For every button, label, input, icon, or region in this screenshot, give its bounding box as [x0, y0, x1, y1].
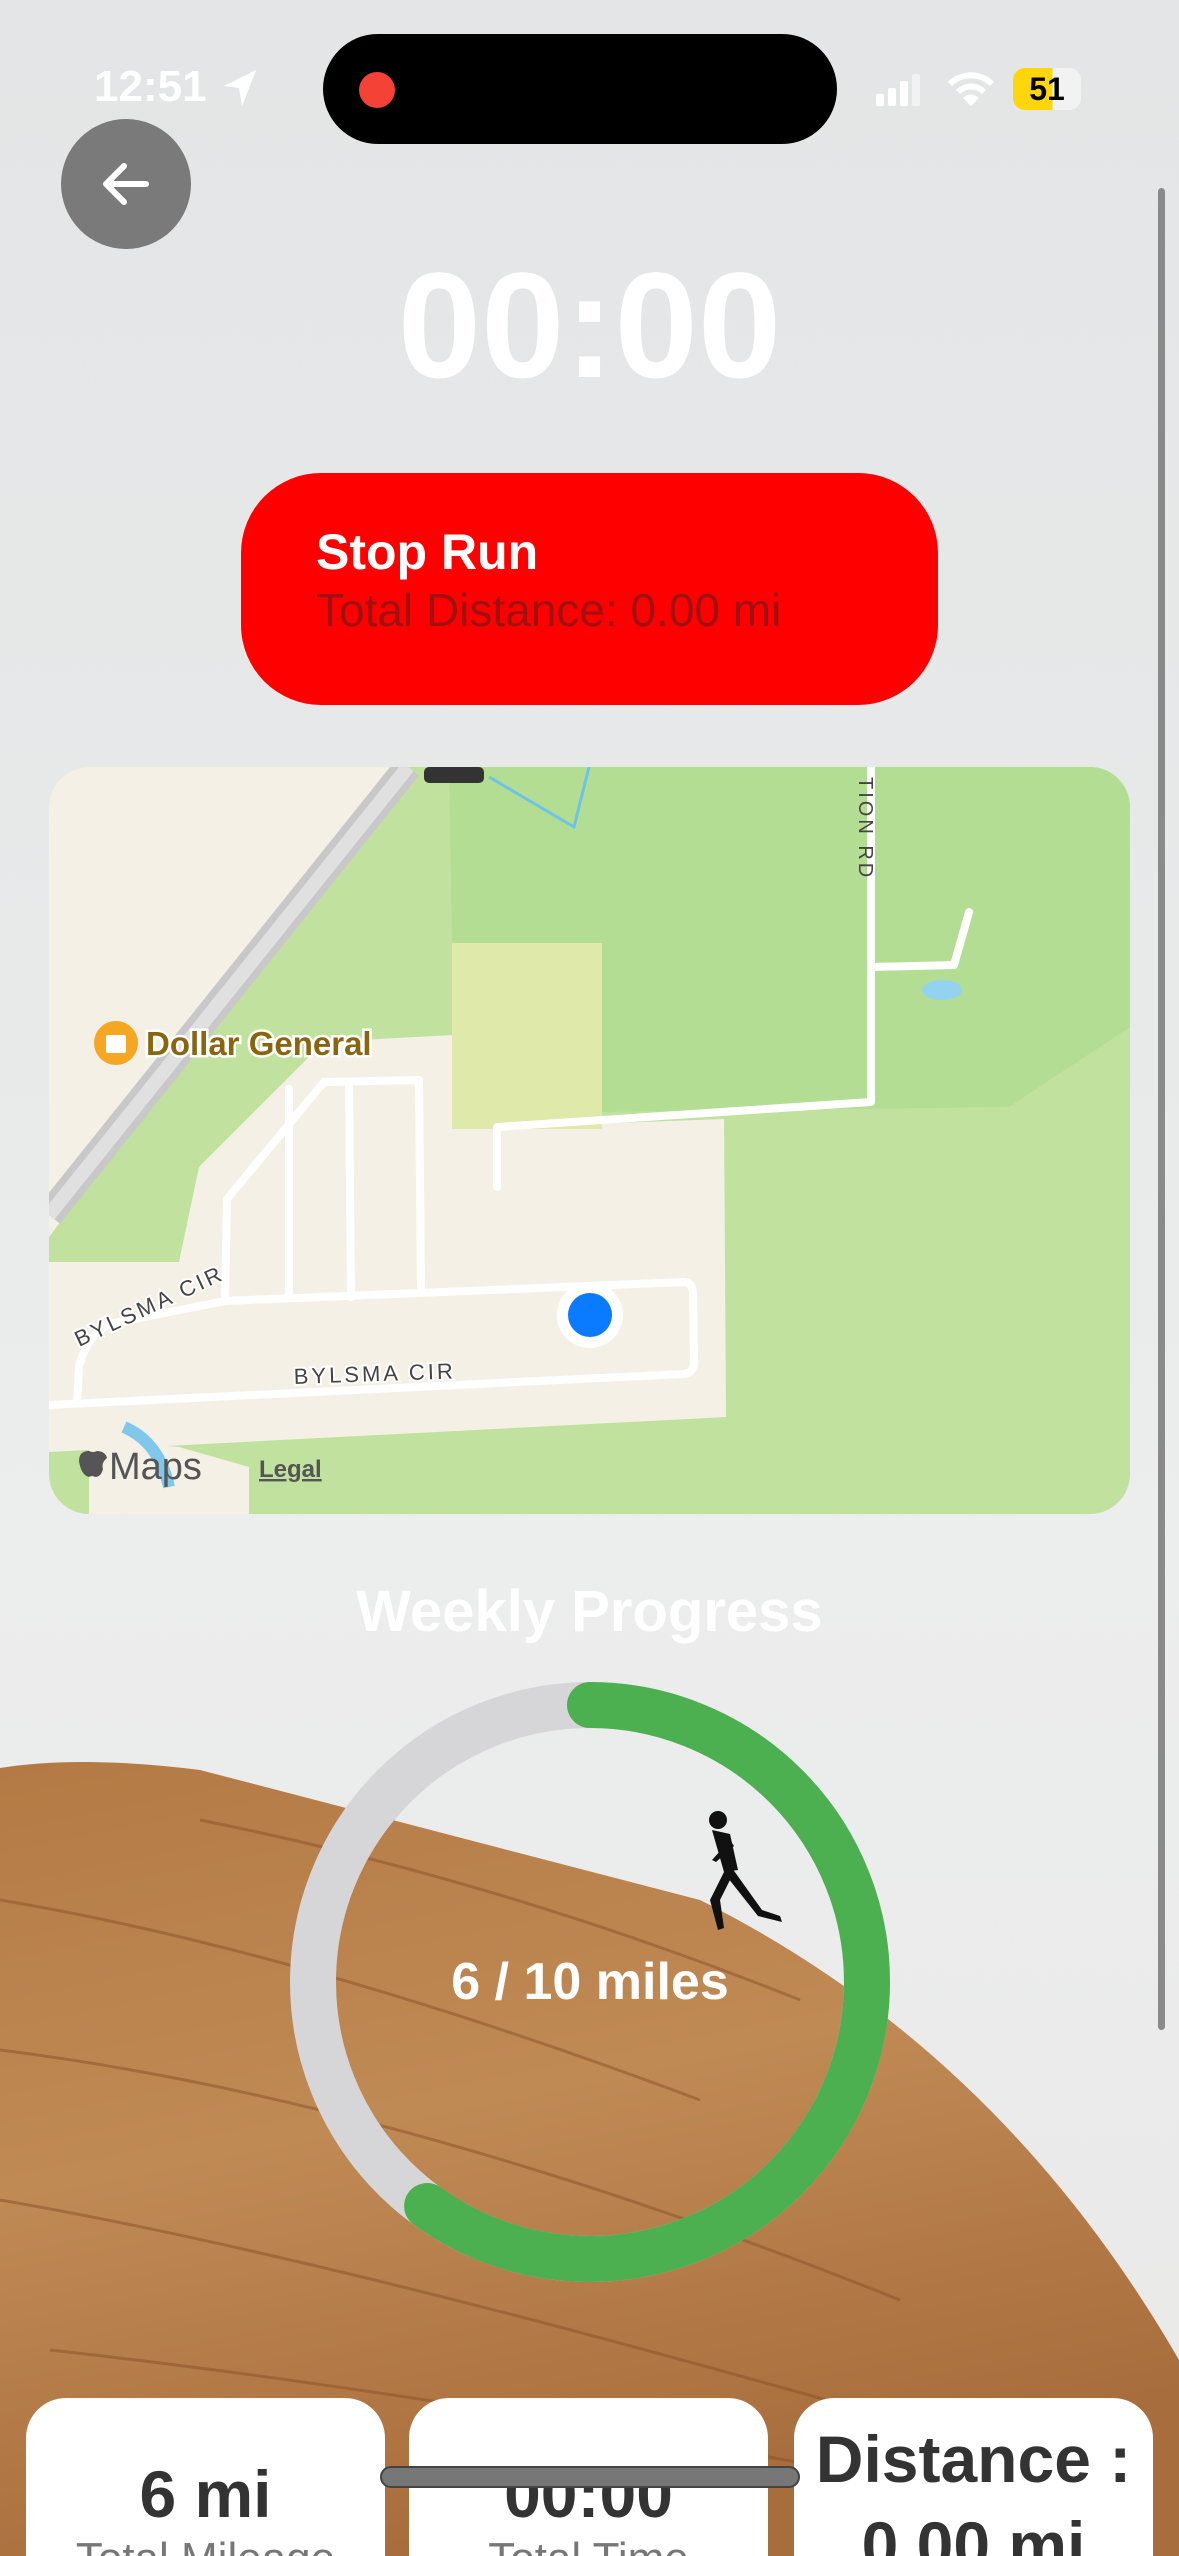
run-timer: 00:00: [397, 241, 782, 409]
current-location-dot: [568, 1293, 612, 1337]
total-distance-label: Total Distance: 0.00 mi: [316, 584, 782, 636]
wifi-icon: [948, 72, 994, 106]
distance-card: Distance : 0.00 mi: [794, 2398, 1153, 2556]
poi-label: Dollar General: [146, 1025, 372, 1062]
weekly-progress-title: Weekly Progress: [356, 1579, 823, 1644]
card-value: 6 mi: [139, 2457, 272, 2531]
total-mileage-card: 6 mi Total Mileage: [26, 2398, 385, 2556]
card-label: Total Mileage: [26, 2534, 385, 2556]
recording-dot-icon: [359, 72, 395, 108]
home-indicator[interactable]: [380, 2466, 800, 2488]
weekly-progress-label: 6 / 10 miles: [451, 1953, 729, 2011]
street-label: TION RD: [854, 777, 876, 880]
dynamic-island: [323, 34, 837, 144]
stop-run-button[interactable]: Stop Run Total Distance: 0.00 mi: [241, 473, 938, 705]
legal-link: Legal: [259, 1456, 322, 1483]
card-label: Total Time: [409, 2534, 768, 2556]
arrow-left-icon: [103, 163, 149, 205]
battery-icon: 51: [1013, 68, 1081, 110]
status-time: 12:51: [94, 62, 207, 111]
signal-icon: [876, 74, 920, 106]
back-button[interactable]: [61, 119, 191, 249]
location-arrow-icon: [224, 70, 256, 106]
scrollbar[interactable]: [1158, 188, 1165, 2030]
card-value: Distance : 0.00 mi: [815, 2422, 1132, 2556]
maps-attribution: Maps: [109, 1446, 202, 1488]
stop-run-label: Stop Run: [316, 524, 539, 580]
map-view[interactable]: Dollar General BYLSMA CIR BYLSMA CIR TIO…: [49, 767, 1130, 1514]
